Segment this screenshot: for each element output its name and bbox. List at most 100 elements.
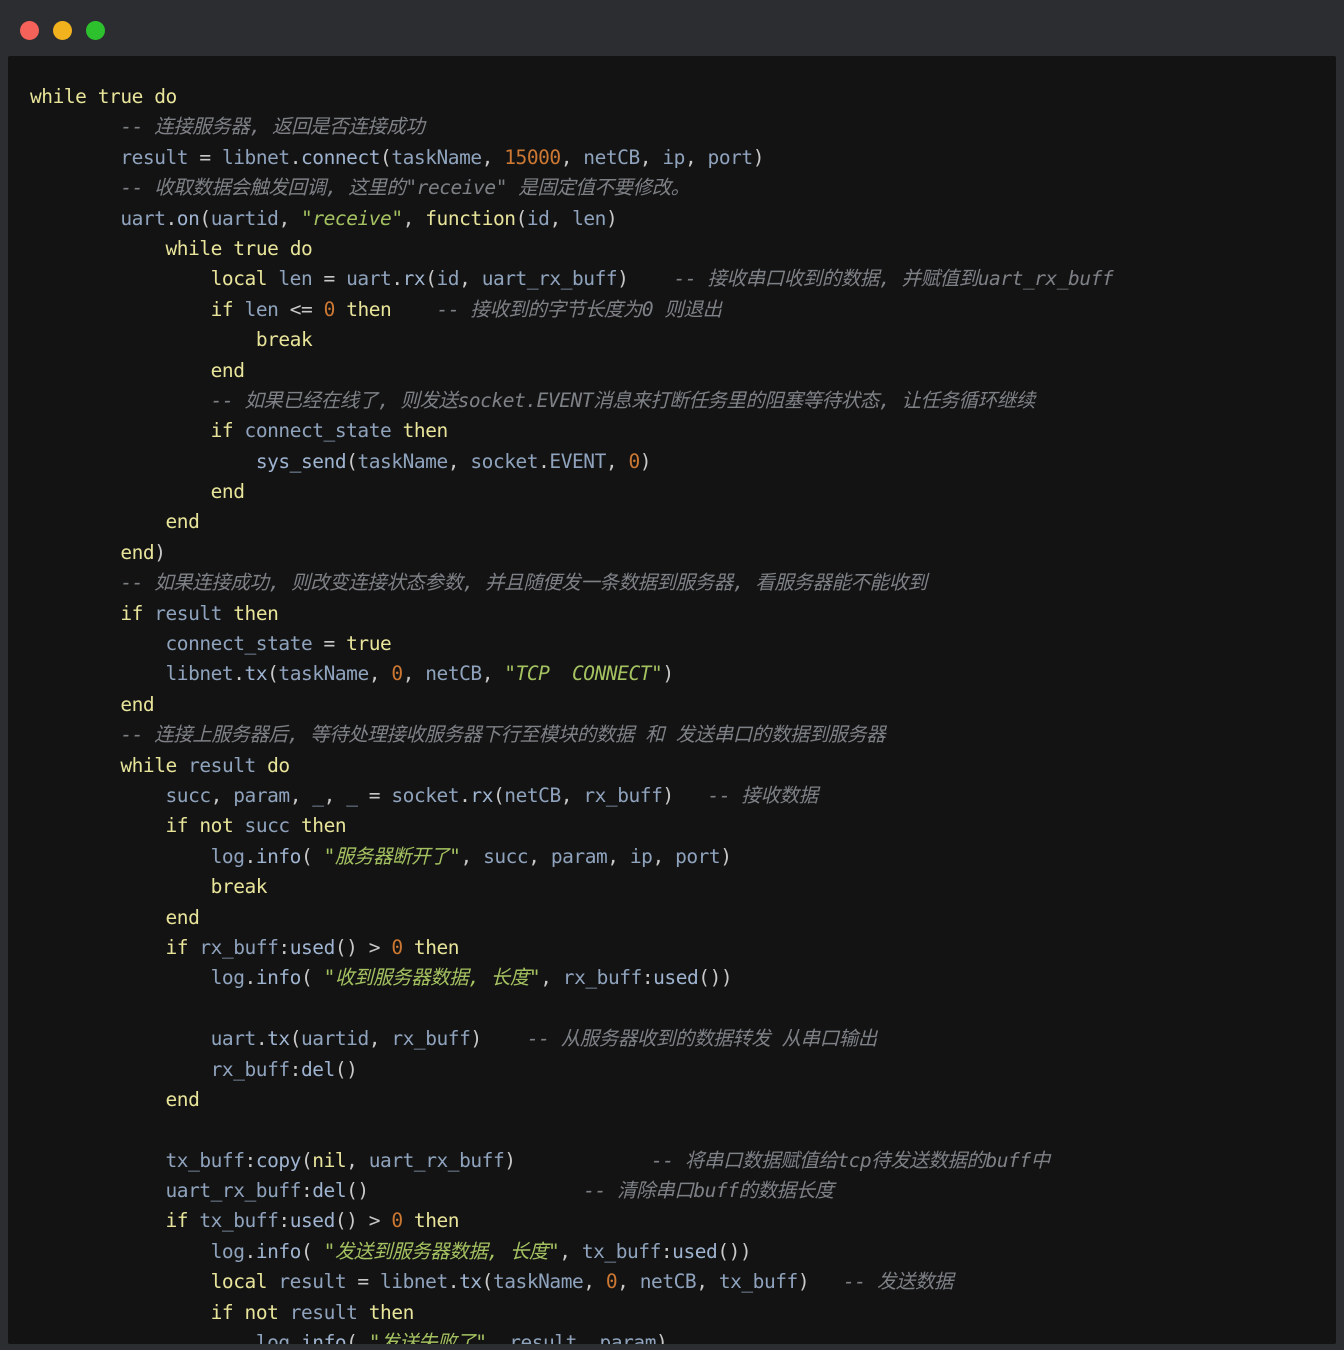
- code-line: end): [8, 538, 1336, 568]
- code-token-id: result: [278, 1270, 347, 1294]
- code-token-op: [809, 1270, 843, 1293]
- code-line: log.info( "发送到服务器数据, 长度", tx_buff:used()…: [8, 1237, 1336, 1267]
- code-token-op: ,: [447, 449, 471, 473]
- code-token-op: ): [655, 1331, 668, 1344]
- code-token-id: succ: [165, 783, 211, 807]
- code-token-op: <=: [289, 297, 313, 321]
- code-token-op: ,: [696, 1270, 719, 1294]
- code-token-op: ,: [607, 844, 630, 868]
- code-token-op: ,: [528, 844, 551, 868]
- code-token-op: ,: [583, 1270, 606, 1294]
- code-line: if connect_state then: [8, 416, 1336, 446]
- minimize-window-button[interactable]: [53, 21, 72, 40]
- code-token-op: ,: [368, 662, 392, 686]
- code-token-op: [369, 1179, 584, 1202]
- code-token-id: rx_buff: [391, 1027, 471, 1051]
- code-line: if not result then: [8, 1298, 1336, 1328]
- code-token-op: () >: [334, 1209, 392, 1233]
- code-token-kw: do: [267, 753, 290, 777]
- code-token-id: taskName: [278, 662, 369, 686]
- code-line: uart.tx(uartid, rx_buff) -- 从服务器收到的数据转发 …: [8, 1024, 1336, 1054]
- code-token-kw: then: [368, 1300, 415, 1324]
- code-token-fn: used: [289, 935, 336, 959]
- code-token-op: [177, 754, 188, 777]
- code-token-id: len: [278, 267, 313, 291]
- code-editor-area[interactable]: while true do -- 连接服务器, 返回是否连接成功 result …: [8, 56, 1336, 1344]
- code-token-op: .: [244, 1239, 257, 1263]
- code-token-kw: then: [413, 1209, 460, 1233]
- code-token-op: [233, 814, 244, 837]
- code-token-str: "receive": [301, 206, 403, 230]
- code-token-id: tx_buff: [718, 1270, 798, 1294]
- code-token-cm: -- 接收到的字节长度为0 则退出: [436, 297, 723, 321]
- code-token-num: 15000: [504, 145, 561, 169]
- code-token-op: [267, 267, 278, 290]
- code-token-num: 0: [391, 935, 403, 959]
- code-token-op: =: [346, 1270, 381, 1294]
- code-token-fn: tx: [459, 1270, 482, 1294]
- code-token-op: ,: [289, 783, 313, 807]
- code-token-str: "发送失败了": [368, 1331, 487, 1344]
- code-token-fn: info: [255, 844, 302, 868]
- code-line: log.info( "收到服务器数据, 长度", rx_buff:used()): [8, 963, 1336, 993]
- code-token-op: .: [255, 1027, 268, 1051]
- code-line: while true do: [8, 82, 1336, 112]
- code-token-op: (: [346, 1331, 369, 1344]
- code-token-op: [267, 1270, 278, 1293]
- code-token-op: [188, 814, 199, 837]
- code-token-op: =: [312, 632, 347, 656]
- code-line: libnet.tx(taskName, 0, netCB, "TCP CONNE…: [8, 659, 1336, 689]
- code-token-op: ): [752, 145, 765, 169]
- code-token-kw: end: [120, 540, 155, 564]
- code-line: end: [8, 356, 1336, 386]
- code-token-cm: -- 如果连接成功, 则改变连接状态参数, 并且随便发一条数据到服务器, 看服务…: [120, 571, 927, 595]
- code-token-op: [628, 267, 673, 290]
- code-line: end: [8, 507, 1336, 537]
- code-token-id: ip: [662, 145, 685, 169]
- code-line: break: [8, 872, 1336, 902]
- code-token-cm: -- 从服务器收到的数据转发 从串口输出: [526, 1027, 877, 1051]
- source-code-block[interactable]: while true do -- 连接服务器, 返回是否连接成功 result …: [8, 82, 1336, 1344]
- code-token-kw: end: [210, 358, 245, 382]
- maximize-window-button[interactable]: [86, 21, 105, 40]
- code-line: -- 收取数据会触发回调, 这里的"receive" 是固定值不要修改。: [8, 173, 1336, 203]
- code-token-op: .: [244, 844, 257, 868]
- code-token-op: ,: [460, 844, 484, 868]
- code-token-op: ,: [486, 1331, 510, 1344]
- code-token-op: (: [289, 1027, 302, 1051]
- code-token-id: succ: [244, 814, 291, 838]
- code-token-op: (: [300, 1148, 313, 1172]
- code-token-cm: -- 清除串口buff的数据长度: [583, 1179, 834, 1203]
- window-titlebar[interactable]: [0, 0, 1344, 62]
- code-token-id: rx_buff: [210, 1057, 290, 1081]
- code-token-id: result: [154, 601, 222, 625]
- code-token-fn: del: [300, 1057, 335, 1081]
- code-token-kw: then: [413, 935, 460, 959]
- code-line: sys_send(taskName, socket.EVENT, 0): [8, 447, 1336, 477]
- code-token-op: [403, 936, 414, 959]
- code-token-cm: -- 接收数据: [707, 783, 819, 807]
- code-token-id: len: [244, 297, 279, 321]
- code-token-id: succ: [483, 844, 529, 868]
- code-line: if len <= 0 then -- 接收到的字节长度为0 则退出: [8, 295, 1336, 325]
- code-token-kw: end: [165, 1087, 200, 1111]
- code-token-kw: while: [120, 753, 177, 777]
- code-token-op: ,: [560, 783, 584, 807]
- code-token-fn: info: [300, 1331, 347, 1344]
- code-token-num: 0: [391, 662, 403, 686]
- code-token-kw: true: [97, 85, 144, 108]
- code-line: end: [8, 477, 1336, 507]
- code-token-kw: if: [210, 419, 234, 443]
- code-token-op: [233, 298, 244, 321]
- code-token-op: :: [278, 935, 290, 959]
- close-window-button[interactable]: [20, 21, 39, 40]
- code-token-id: netCB: [583, 145, 640, 169]
- code-token-kw: if: [210, 297, 234, 321]
- code-token-op: [256, 754, 267, 777]
- code-token-cm: -- 接收串口收到的数据, 并赋值到uart_rx_buff: [673, 267, 1114, 291]
- code-token-op: ()): [717, 1239, 752, 1263]
- code-token-kw: while: [165, 236, 222, 260]
- code-token-id: log: [210, 966, 245, 990]
- code-token-op: (: [481, 1270, 494, 1294]
- code-token-op: :: [289, 1057, 302, 1081]
